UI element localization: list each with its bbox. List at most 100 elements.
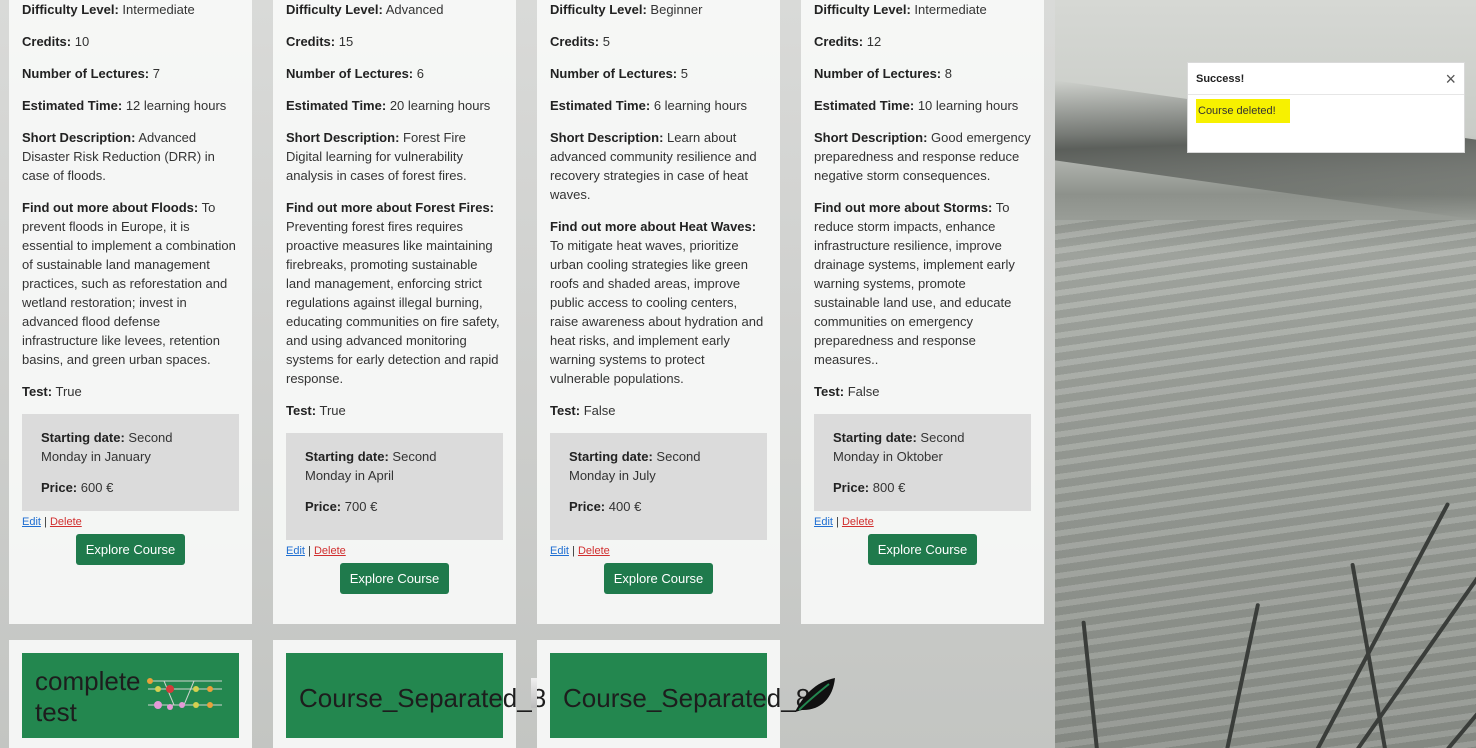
description-row: Short Description: Advanced Disaster Ris…: [22, 128, 239, 185]
credits-value: 10: [74, 34, 90, 49]
success-toast: Success! × Course deleted!: [1187, 62, 1465, 153]
difficulty-row: Difficulty Level: Beginner: [550, 0, 767, 19]
edit-link[interactable]: Edit: [814, 516, 833, 528]
description-row: Short Description: Good emergency prepar…: [814, 128, 1031, 185]
time-label: Estimated Time:: [550, 98, 651, 113]
difficulty-label: Difficulty Level:: [286, 2, 383, 17]
delete-link[interactable]: Delete: [314, 545, 346, 557]
difficulty-row: Difficulty Level: Intermediate: [814, 0, 1031, 19]
test-row: Test: True: [286, 401, 503, 420]
credits-label: Credits:: [22, 34, 72, 49]
credits-row: Credits: 5: [550, 32, 767, 51]
action-separator: |: [572, 545, 575, 557]
price-value: 600 €: [80, 480, 114, 495]
time-label: Estimated Time:: [814, 98, 915, 113]
explore-course-button[interactable]: Explore Course: [339, 563, 450, 594]
test-label: Test:: [814, 384, 845, 399]
more-info-row: Find out more about Storms: To reduce st…: [814, 198, 1031, 369]
lectures-row: Number of Lectures: 6: [286, 64, 503, 83]
difficulty-row: Difficulty Level: Advanced: [286, 0, 503, 19]
toast-title: Success!: [1196, 72, 1245, 85]
course-thumbnail-complete-test[interactable]: complete test: [22, 653, 239, 738]
toast-body: Course deleted!: [1188, 95, 1464, 127]
delete-link[interactable]: Delete: [578, 545, 610, 557]
delete-link[interactable]: Delete: [842, 516, 874, 528]
schedule-box: Starting date: Second Monday in April Pr…: [286, 433, 503, 540]
course-thumbnail-separated-b[interactable]: Course_Separated_8: [550, 653, 835, 738]
start-date-label: Starting date:: [305, 449, 389, 464]
explore-course-button[interactable]: Explore Course: [75, 534, 186, 565]
edit-link[interactable]: Edit: [550, 545, 569, 557]
more-info-label: Find out more about Forest Fires:: [286, 200, 495, 215]
price-row: Price: 600 €: [41, 478, 220, 497]
start-date-label: Starting date:: [833, 430, 917, 445]
lectures-value: 5: [680, 66, 688, 81]
difficulty-label: Difficulty Level:: [550, 2, 647, 17]
card-actions: Edit | Delete: [814, 516, 1031, 528]
lectures-row: Number of Lectures: 8: [814, 64, 1031, 83]
close-icon[interactable]: ×: [1445, 70, 1456, 88]
card-actions: Edit | Delete: [550, 545, 767, 557]
more-info-value: To reduce storm impacts, enhance infrast…: [814, 200, 1015, 367]
description-label: Short Description:: [814, 130, 928, 145]
network-diagram-icon: [147, 678, 222, 710]
more-info-label: Find out more about Heat Waves:: [550, 219, 757, 234]
lectures-row: Number of Lectures: 7: [22, 64, 239, 83]
explore-course-button[interactable]: Explore Course: [867, 534, 978, 565]
price-row: Price: 700 €: [305, 497, 484, 516]
toast-message: Course deleted!: [1196, 99, 1290, 123]
test-value: False: [583, 403, 616, 418]
description-row: Short Description: Forest Fire Digital l…: [286, 128, 503, 185]
credits-row: Credits: 10: [22, 32, 239, 51]
course-thumbnail-separated-a[interactable]: Course_Separated_8: [286, 653, 546, 738]
price-label: Price:: [569, 499, 606, 514]
course-card-forest-fires: Difficulty Level: Advanced Credits: 15 N…: [273, 0, 516, 624]
credits-label: Credits:: [550, 34, 600, 49]
toast-header: Success! ×: [1188, 63, 1464, 95]
credits-value: 15: [338, 34, 354, 49]
lectures-value: 7: [152, 66, 160, 81]
credits-label: Credits:: [286, 34, 336, 49]
card-actions: Edit | Delete: [286, 545, 503, 557]
broken-image-icon: [531, 678, 537, 708]
description-label: Short Description:: [286, 130, 400, 145]
test-row: Test: False: [550, 401, 767, 420]
start-date-label: Starting date:: [41, 430, 125, 445]
test-value: False: [847, 384, 880, 399]
time-value: 10 learning hours: [917, 98, 1019, 113]
edit-link[interactable]: Edit: [286, 545, 305, 557]
test-label: Test:: [286, 403, 317, 418]
lectures-label: Number of Lectures:: [814, 66, 942, 81]
start-date-row: Starting date: Second Monday in Oktober: [833, 428, 1012, 466]
action-separator: |: [836, 516, 839, 528]
course-card-storms: Difficulty Level: Intermediate Credits: …: [801, 0, 1044, 624]
time-value: 6 learning hours: [653, 98, 748, 113]
time-row: Estimated Time: 6 learning hours: [550, 96, 767, 115]
time-label: Estimated Time:: [22, 98, 123, 113]
price-label: Price:: [41, 480, 78, 495]
schedule-box: Starting date: Second Monday in January …: [22, 414, 239, 511]
test-row: Test: True: [22, 382, 239, 401]
course-card-heat-waves: Difficulty Level: Beginner Credits: 5 Nu…: [537, 0, 780, 624]
thumbnail-title-line2: test: [35, 697, 77, 727]
action-separator: |: [308, 545, 311, 557]
difficulty-label: Difficulty Level:: [22, 2, 119, 17]
more-info-row: Find out more about Floods: To prevent f…: [22, 198, 239, 369]
leaf-icon: [795, 678, 835, 712]
more-info-value: To mitigate heat waves, prioritize urban…: [550, 238, 764, 386]
delete-link[interactable]: Delete: [50, 516, 82, 528]
explore-course-button[interactable]: Explore Course: [603, 563, 714, 594]
price-value: 700 €: [344, 499, 378, 514]
credits-value: 12: [866, 34, 882, 49]
difficulty-label: Difficulty Level:: [814, 2, 911, 17]
difficulty-row: Difficulty Level: Intermediate: [22, 0, 239, 19]
lectures-value: 8: [944, 66, 952, 81]
more-info-value: Preventing forest fires requires proacti…: [286, 219, 500, 386]
lectures-value: 6: [416, 66, 424, 81]
edit-link[interactable]: Edit: [22, 516, 41, 528]
card-actions: Edit | Delete: [22, 516, 239, 528]
time-row: Estimated Time: 12 learning hours: [22, 96, 239, 115]
more-info-row: Find out more about Forest Fires: Preven…: [286, 198, 503, 388]
schedule-box: Starting date: Second Monday in July Pri…: [550, 433, 767, 540]
start-date-row: Starting date: Second Monday in January: [41, 428, 220, 466]
